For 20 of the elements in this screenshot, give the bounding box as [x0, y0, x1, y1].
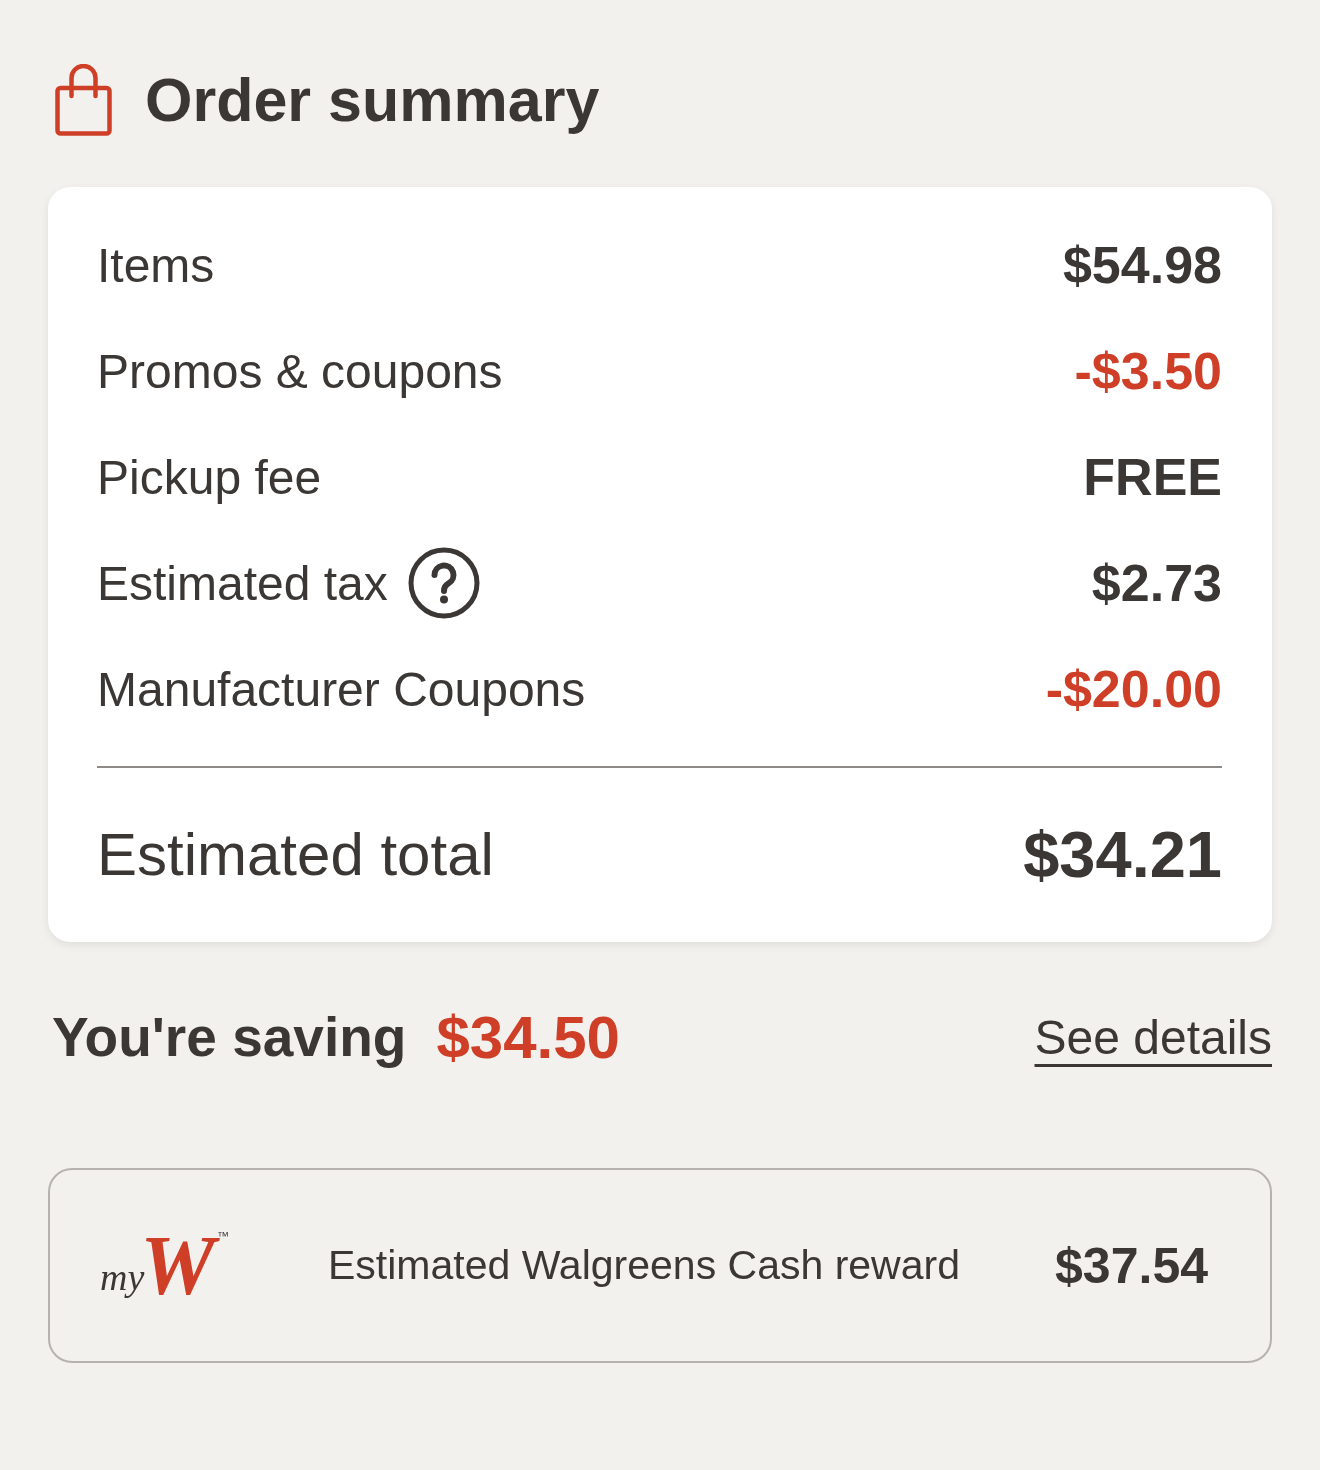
- total-amount: $34.21: [1023, 816, 1222, 892]
- total-label: Estimated total: [97, 819, 494, 889]
- rewards-label: Estimated Walgreens Cash reward: [328, 1242, 961, 1289]
- row-label: Pickup fee: [97, 449, 322, 505]
- shopping-bag-icon: [55, 64, 112, 136]
- row-label: Promos & coupons: [97, 343, 503, 399]
- row-label: Manufacturer Coupons: [97, 661, 586, 717]
- row-amount: $54.98: [1062, 235, 1222, 295]
- row-label: Items: [97, 237, 215, 293]
- help-icon[interactable]: [407, 547, 480, 619]
- see-details-link[interactable]: See details: [1034, 1009, 1272, 1065]
- savings-amount: $34.50: [436, 1002, 620, 1072]
- rewards-amount: $37.54: [1055, 1236, 1208, 1295]
- row-amount: -$20.00: [1045, 659, 1222, 719]
- row-amount: FREE: [1083, 447, 1222, 507]
- rewards-logo: myW™: [100, 1223, 230, 1308]
- row-amount: $2.73: [1091, 553, 1222, 613]
- row-amount: -$3.50: [1074, 341, 1222, 401]
- row-label: Estimated tax: [97, 555, 388, 611]
- savings-label: You're saving: [52, 1005, 407, 1069]
